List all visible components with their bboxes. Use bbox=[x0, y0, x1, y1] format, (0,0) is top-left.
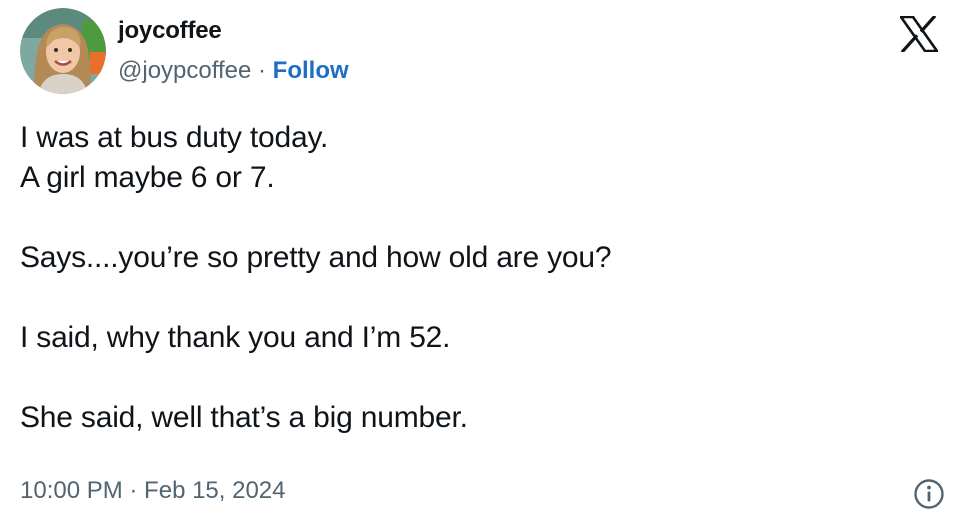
tweet-line: She said, well that’s a big number. bbox=[20, 401, 468, 434]
tweet-line: A girl maybe 6 or 7. bbox=[20, 161, 275, 194]
tweet-line: Says....you’re so pretty and how old are… bbox=[20, 241, 612, 274]
follow-button[interactable]: Follow bbox=[273, 57, 349, 84]
profile-photo-icon bbox=[20, 8, 106, 94]
info-icon[interactable] bbox=[913, 478, 945, 510]
tweet-text: I was at bus duty today. A girl maybe 6 … bbox=[20, 118, 950, 438]
author-handle-row: @joypcoffee · Follow bbox=[118, 56, 349, 86]
handle-separator: · bbox=[251, 57, 273, 84]
tweet-line: I said, why thank you and I’m 52. bbox=[20, 321, 451, 354]
tweet-line: I was at bus duty today. bbox=[20, 121, 329, 154]
author-handle[interactable]: @joypcoffee bbox=[118, 57, 251, 84]
tweet-card: joycoffee @joypcoffee · Follow I was at … bbox=[0, 0, 974, 522]
x-logo-icon[interactable] bbox=[898, 14, 940, 54]
tweet-timestamp[interactable]: 10:00 PM · Feb 15, 2024 bbox=[20, 476, 286, 506]
avatar[interactable] bbox=[20, 8, 106, 94]
author-display-name[interactable]: joycoffee bbox=[118, 16, 222, 46]
